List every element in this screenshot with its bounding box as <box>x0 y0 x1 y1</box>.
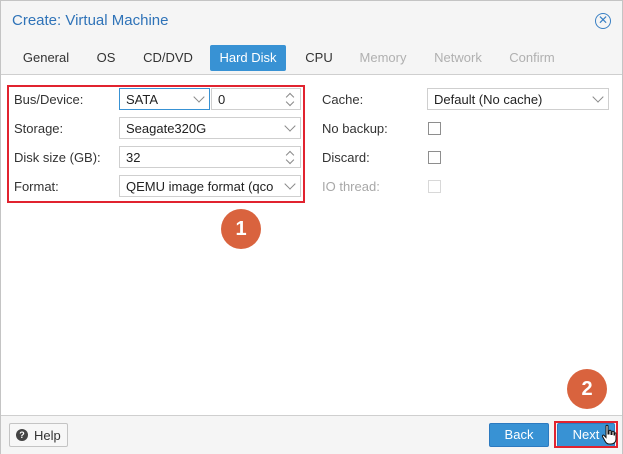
help-label: Help <box>34 428 61 443</box>
cache-label: Cache: <box>322 92 364 107</box>
back-button[interactable]: Back <box>489 423 549 447</box>
discard-label: Discard: <box>322 150 370 165</box>
close-icon[interactable]: ✕ <box>595 13 611 29</box>
tab-network: Network <box>434 50 482 65</box>
fields-highlight-box <box>7 85 305 203</box>
discard-checkbox[interactable] <box>428 151 441 164</box>
tab-memory: Memory <box>359 50 407 65</box>
step-badge-1: 1 <box>221 209 261 249</box>
tab-cpu[interactable]: CPU <box>294 45 344 71</box>
io-thread-checkbox <box>428 180 441 193</box>
hand-cursor-icon <box>601 424 617 445</box>
tab-confirm: Confirm <box>509 50 555 65</box>
cache-select[interactable]: Default (No cache) <box>427 88 609 110</box>
cache-value: Default (No cache) <box>434 92 543 107</box>
dialog-titlebar: Create: Virtual Machine ✕ <box>1 1 622 41</box>
io-thread-label: IO thread: <box>322 179 380 194</box>
help-button[interactable]: ? Help <box>9 423 68 447</box>
wizard-tabs: General OS CD/DVD Hard Disk CPU Memory N… <box>1 45 622 73</box>
no-backup-label: No backup: <box>322 121 388 136</box>
tab-cd-dvd[interactable]: CD/DVD <box>133 45 203 71</box>
no-backup-checkbox[interactable] <box>428 122 441 135</box>
chevron-down-icon <box>592 91 604 103</box>
step-badge-2: 2 <box>567 369 607 409</box>
dialog-title: Create: Virtual Machine <box>12 12 169 29</box>
tab-os[interactable]: OS <box>85 45 127 71</box>
help-icon: ? <box>16 429 28 441</box>
tab-general[interactable]: General <box>13 45 79 71</box>
create-vm-dialog: Create: Virtual Machine ✕ General OS CD/… <box>0 0 623 454</box>
tab-hard-disk[interactable]: Hard Disk <box>210 45 286 71</box>
